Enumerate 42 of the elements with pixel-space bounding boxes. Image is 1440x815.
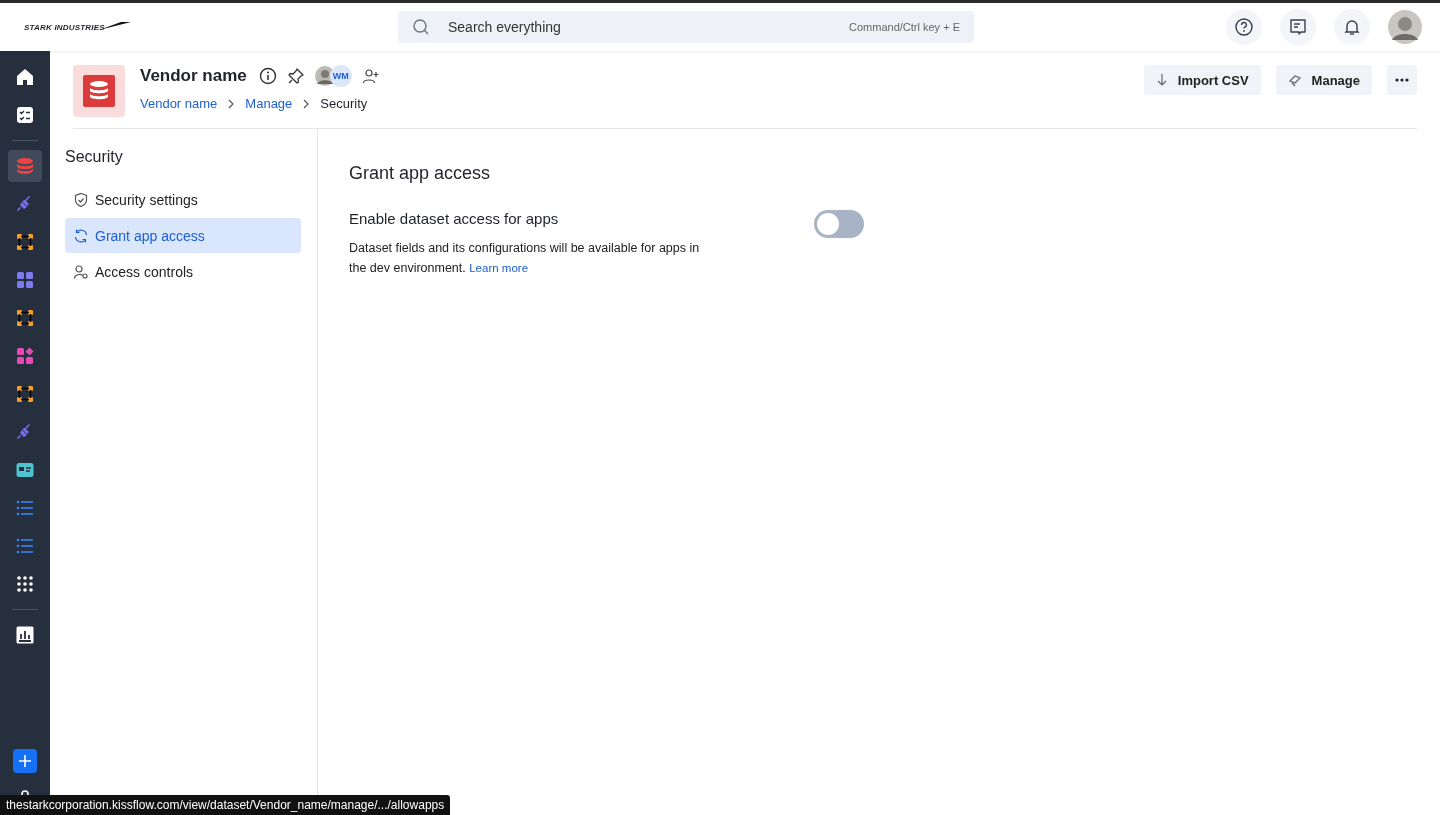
breadcrumb-current: Security xyxy=(320,96,368,111)
bell-icon xyxy=(1342,17,1362,37)
section-nav-item[interactable]: Access controls xyxy=(65,254,301,289)
url-tooltip: thestarkcorporation.kissflow.com/view/dataset/Vendor_name/manage/.../allowapps xyxy=(0,795,451,815)
breadcrumb-link[interactable]: Vendor name xyxy=(140,96,218,111)
help-button[interactable] xyxy=(1226,9,1262,45)
member-avatar xyxy=(314,66,335,86)
section-nav-item[interactable]: Security settings xyxy=(65,182,301,217)
messages-button[interactable] xyxy=(1280,9,1316,45)
sync-icon xyxy=(73,227,89,244)
toggle-switch[interactable] xyxy=(814,210,864,238)
manage-button[interactable]: Manage xyxy=(1275,65,1372,95)
plus-icon xyxy=(18,754,32,768)
shield-icon xyxy=(73,191,89,208)
member-initials: WM xyxy=(329,65,352,87)
help-icon xyxy=(1234,17,1254,37)
chat-icon xyxy=(1288,17,1308,37)
page-title: Vendor name xyxy=(140,66,247,86)
user-avatar[interactable] xyxy=(1388,10,1422,44)
section-nav-item[interactable]: Grant app access xyxy=(65,218,301,253)
chevron-icon xyxy=(227,98,236,109)
add-button[interactable] xyxy=(13,749,37,773)
user-gear-icon xyxy=(73,263,89,280)
section-title: Security xyxy=(65,148,124,166)
shortcut-hint: Command/Ctrl key + E xyxy=(849,21,960,33)
setting-description: Dataset fields and its configurations will be available for apps in the dev environment. Learn more xyxy=(349,240,701,277)
arrow-down-icon xyxy=(1155,73,1168,87)
database-icon[interactable] xyxy=(8,150,42,182)
info-icon[interactable] xyxy=(258,67,277,85)
logo-text: STARK INDUSTRIES xyxy=(24,22,105,32)
content-title: Grant app access xyxy=(349,163,492,184)
tag-icon xyxy=(1287,73,1302,87)
notifications-button[interactable] xyxy=(1334,9,1370,45)
setting-label: Enable dataset access for apps xyxy=(349,210,560,227)
pin-icon[interactable] xyxy=(286,67,305,85)
import-csv-button[interactable]: Import CSV xyxy=(1143,65,1261,95)
more-icon xyxy=(1395,78,1409,82)
search-icon xyxy=(412,18,430,36)
add-member-icon[interactable] xyxy=(361,67,380,85)
learn-more-link[interactable]: Learn more xyxy=(469,262,529,274)
chevron-icon xyxy=(302,98,311,109)
breadcrumb-link[interactable]: Manage xyxy=(245,96,293,111)
